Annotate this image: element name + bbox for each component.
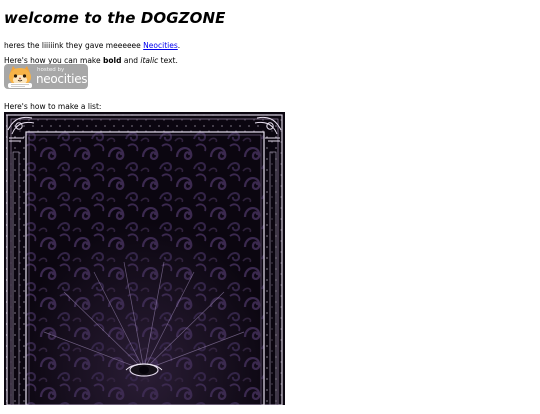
cat-icon [8, 66, 32, 88]
formatting-text-b: and [121, 56, 141, 65]
neocities-link[interactable]: Neocities [143, 41, 178, 50]
italic-example: italic [140, 56, 159, 65]
bold-example: bold [103, 56, 122, 65]
tarot-card-image [4, 112, 285, 406]
tarot-card-art [4, 112, 285, 406]
page-content: welcome to the DOGZONE heres the liiiiin… [0, 9, 540, 112]
list-intro-line: Here's how to make a list: [4, 102, 102, 111]
intro-period: . [177, 41, 181, 50]
page-title: welcome to the DOGZONE [4, 9, 226, 27]
hosted-by-neocities-badge[interactable]: hosted by neocities [4, 64, 88, 89]
intro-text: heres the liiiiink they gave meeeeee [4, 41, 144, 50]
formatting-text-c: text. [158, 56, 178, 65]
badge-brand-label: neocities [36, 72, 88, 86]
intro-line: heres the liiiiink they gave meeeeee Neo… [4, 41, 536, 51]
